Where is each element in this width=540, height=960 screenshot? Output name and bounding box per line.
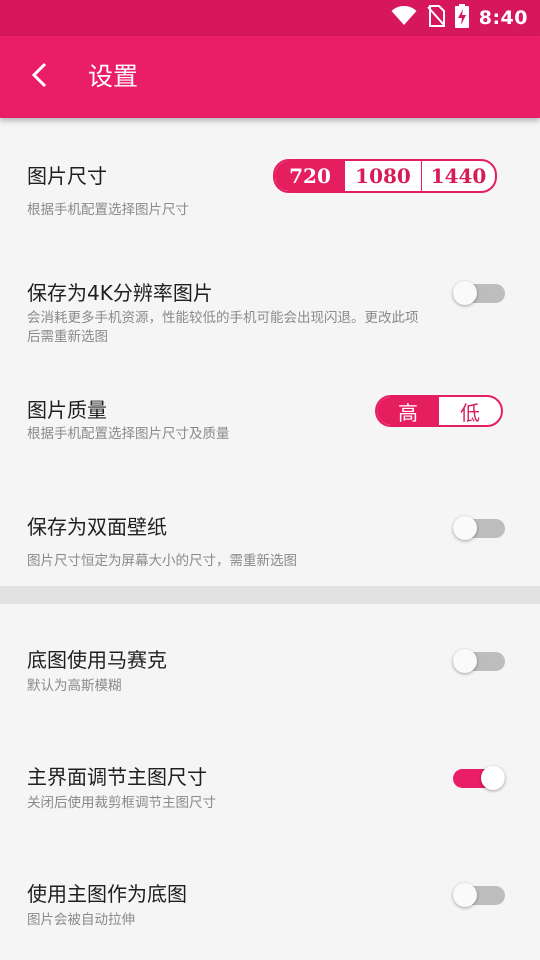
mosaic-bg-toggle[interactable] [453,649,505,673]
setting-subtitle: 默认为高斯模糊 [27,678,122,694]
setting-subtitle: 图片尺寸恒定为屏幕大小的尺寸，需重新选图 [27,553,297,569]
back-button[interactable] [22,59,58,95]
setting-title: 图片尺寸 [27,164,107,188]
setting-title: 保存为4K分辨率图片 [27,281,213,305]
save-4k-toggle[interactable] [453,281,505,305]
setting-title: 使用主图作为底图 [27,882,187,906]
back-arrow-icon [30,62,50,92]
setting-image-size: 图片尺寸 根据手机配置选择图片尺寸 720 1080 1440 [0,118,540,236]
quality-selector: 高 低 [375,395,503,427]
setting-subtitle: 根据手机配置选择图片尺寸及质量 [27,426,230,442]
setting-main-as-bg[interactable]: 使用主图作为底图 图片会被自动拉伸 [0,838,540,960]
image-size-selector: 720 1080 1440 [273,159,497,193]
image-size-option-1440[interactable]: 1440 [422,161,495,191]
setting-title: 底图使用马赛克 [27,648,167,672]
status-time: 8:40 [478,7,528,29]
setting-mosaic-bg[interactable]: 底图使用马赛克 默认为高斯模糊 [0,604,540,721]
setting-quality: 图片质量 根据手机配置选择图片尺寸及质量 高 低 [0,354,540,470]
settings-list: 图片尺寸 根据手机配置选择图片尺寸 720 1080 1440 保存为4K分辨率… [0,118,540,960]
section-divider [0,586,540,604]
setting-dual-wallpaper[interactable]: 保存为双面壁纸 图片尺寸恒定为屏幕大小的尺寸，需重新选图 [0,470,540,586]
page-title: 设置 [88,62,139,91]
setting-title: 保存为双面壁纸 [27,515,167,539]
battery-charging-icon [454,4,469,32]
setting-title: 主界面调节主图尺寸 [27,765,207,789]
settings-group-background: 底图使用马赛克 默认为高斯模糊 主界面调节主图尺寸 关闭后使用裁剪框调节主图尺寸… [0,604,540,960]
quality-option-high[interactable]: 高 [377,397,439,425]
setting-subtitle: 关闭后使用裁剪框调节主图尺寸 [27,795,216,811]
dual-wallpaper-toggle[interactable] [453,516,505,540]
no-sim-icon [426,5,445,31]
wifi-icon [391,5,417,30]
setting-save-4k[interactable]: 保存为4K分辨率图片 会消耗更多手机资源，性能较低的手机可能会出现闪退。更改此项… [0,236,540,354]
status-bar: 8:40 [0,0,540,36]
settings-group-image: 图片尺寸 根据手机配置选择图片尺寸 720 1080 1440 保存为4K分辨率… [0,118,540,586]
main-resize-toggle[interactable] [453,766,505,790]
quality-option-low[interactable]: 低 [439,397,501,425]
setting-subtitle: 图片会被自动拉伸 [27,912,135,928]
image-size-option-1080[interactable]: 1080 [345,161,421,191]
status-icons: 8:40 [391,0,528,36]
toggle-thumb [453,281,477,305]
setting-subtitle: 根据手机配置选择图片尺寸 [27,202,189,218]
toggle-thumb [481,766,505,790]
toggle-thumb [453,883,477,907]
setting-subtitle: 会消耗更多手机资源，性能较低的手机可能会出现闪退。更改此项后需重新选图 [27,310,419,345]
image-size-option-720[interactable]: 720 [275,161,345,191]
setting-main-resize[interactable]: 主界面调节主图尺寸 关闭后使用裁剪框调节主图尺寸 [0,721,540,838]
setting-title: 图片质量 [27,398,107,422]
main-as-bg-toggle[interactable] [453,883,505,907]
toggle-thumb [453,649,477,673]
toggle-thumb [453,516,477,540]
app-bar: 设置 [0,36,540,118]
